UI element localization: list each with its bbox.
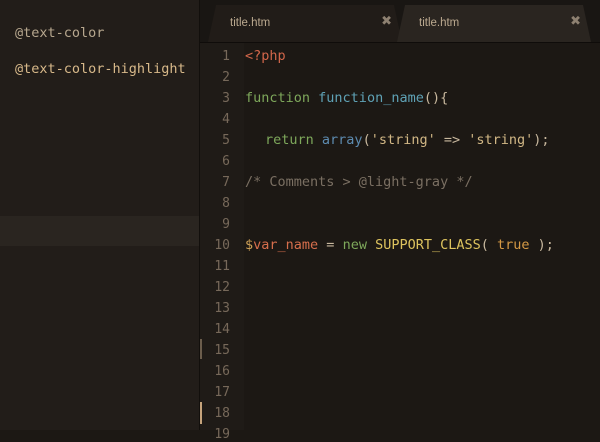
line-number: 11: [214, 259, 230, 274]
class-name: SUPPORT_CLASS: [375, 237, 481, 253]
line-number: 9: [222, 217, 230, 232]
line-number: 10: [214, 238, 230, 253]
line-number: 1: [222, 49, 230, 64]
tab-bar: title.htm ✖ title.htm ✖: [200, 0, 600, 43]
sidebar-item-text-color[interactable]: @text-color: [15, 25, 104, 41]
punctuation: );: [533, 132, 550, 148]
line-number: 6: [222, 154, 230, 169]
line-number: 17: [214, 385, 230, 400]
line-number: 2: [222, 70, 230, 85]
tab-label: title.htm: [230, 17, 271, 29]
punctuation: (: [480, 237, 498, 253]
php-open-tag: <?php: [245, 48, 286, 64]
punctuation: (){: [423, 90, 449, 106]
code-line-5: return array('string' => 'string');: [265, 132, 550, 148]
comment: /* Comments > @light-gray */: [245, 174, 473, 190]
code-line-3: function function_name(){: [245, 90, 448, 106]
line-number: 4: [222, 112, 230, 127]
line-number: 18: [214, 406, 230, 421]
variable-name: var_name: [253, 237, 319, 253]
line-number: 19: [214, 427, 230, 442]
close-icon[interactable]: ✖: [381, 14, 392, 29]
assignment-operator: =: [318, 237, 343, 253]
line-number: 13: [214, 301, 230, 316]
tab-label: title.htm: [419, 17, 460, 29]
tab-title-htm-1[interactable]: title.htm ✖: [208, 5, 402, 42]
line-number: 16: [214, 364, 230, 379]
function-name: function_name: [318, 90, 424, 106]
code-line-1: <?php: [245, 48, 286, 64]
gutter-marker: [200, 339, 202, 359]
sidebar-item-text-color-highlight[interactable]: @text-color-highlight: [15, 61, 186, 77]
line-number-gutter: 1 2 3 4 5 6 7 8 9 10 11 12 13 14 15 16 1…: [200, 43, 244, 442]
code-line-7: /* Comments > @light-gray */: [245, 174, 473, 190]
boolean-literal: true: [497, 237, 530, 253]
line-number: 3: [222, 91, 230, 106]
code-line-10: $var_name = new SUPPORT_CLASS( true );: [245, 237, 554, 253]
line-number: 5: [222, 133, 230, 148]
line-number: 15: [214, 343, 230, 358]
keyword-return: return: [265, 132, 314, 148]
line-number: 14: [214, 322, 230, 337]
code-editor[interactable]: 1 2 3 4 5 6 7 8 9 10 11 12 13 14 15 16 1…: [200, 43, 600, 442]
close-icon[interactable]: ✖: [570, 14, 581, 29]
sidebar-selected-row[interactable]: [0, 216, 199, 246]
arrow-operator: =>: [435, 132, 469, 148]
line-number: 7: [222, 175, 230, 190]
sidebar: @text-color @text-color-highlight: [0, 0, 199, 430]
punctuation: (: [362, 132, 371, 148]
line-number: 12: [214, 280, 230, 295]
keyword-function: function: [245, 90, 311, 106]
tab-title-htm-2[interactable]: title.htm ✖: [397, 5, 591, 42]
dollar-sign: $: [245, 237, 254, 253]
gutter-marker-active: [200, 402, 202, 424]
builtin-array: array: [321, 132, 363, 148]
line-number: 8: [222, 196, 230, 211]
string-literal: 'string': [468, 132, 534, 148]
keyword-new: new: [342, 237, 367, 253]
string-literal: 'string': [370, 132, 436, 148]
punctuation: );: [529, 237, 554, 253]
